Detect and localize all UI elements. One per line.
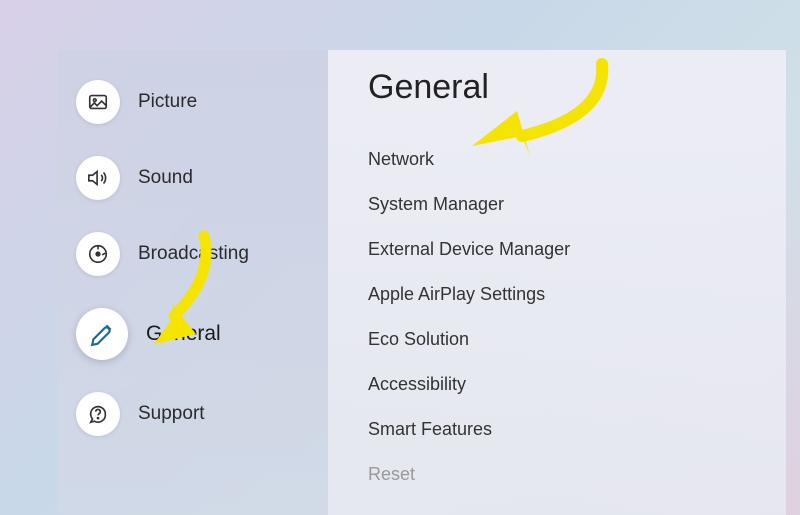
- sidebar-item-support[interactable]: Support: [76, 392, 310, 436]
- content-title: General: [368, 68, 756, 107]
- general-icon: [76, 308, 128, 360]
- support-icon: [76, 392, 120, 436]
- picture-icon: [76, 80, 120, 124]
- sidebar-item-sound[interactable]: Sound: [76, 156, 310, 200]
- sound-icon: [76, 156, 120, 200]
- sidebar-item-general[interactable]: General: [76, 308, 310, 360]
- sidebar-item-label: Support: [138, 403, 205, 425]
- sidebar-item-label: Broadcasting: [138, 243, 249, 265]
- content-item-eco-solution[interactable]: Eco Solution: [368, 317, 756, 362]
- content-item-network[interactable]: Network: [368, 137, 756, 182]
- content-item-apple-airplay-settings[interactable]: Apple AirPlay Settings: [368, 272, 756, 317]
- content-item-accessibility[interactable]: Accessibility: [368, 362, 756, 407]
- settings-sidebar: Picture Sound Broadcasting: [58, 50, 328, 515]
- content-item-reset[interactable]: Reset: [368, 452, 756, 497]
- sidebar-item-label: Picture: [138, 91, 197, 113]
- settings-screen: Picture Sound Broadcasting: [58, 50, 786, 515]
- sidebar-item-picture[interactable]: Picture: [76, 80, 310, 124]
- sidebar-item-label: Sound: [138, 167, 193, 189]
- sidebar-item-broadcasting[interactable]: Broadcasting: [76, 232, 310, 276]
- content-item-smart-features[interactable]: Smart Features: [368, 407, 756, 452]
- broadcasting-icon: [76, 232, 120, 276]
- sidebar-item-label: General: [146, 322, 221, 346]
- content-item-external-device-manager[interactable]: External Device Manager: [368, 227, 756, 272]
- content-panel: General Network System Manager External …: [328, 50, 786, 515]
- content-item-system-manager[interactable]: System Manager: [368, 182, 756, 227]
